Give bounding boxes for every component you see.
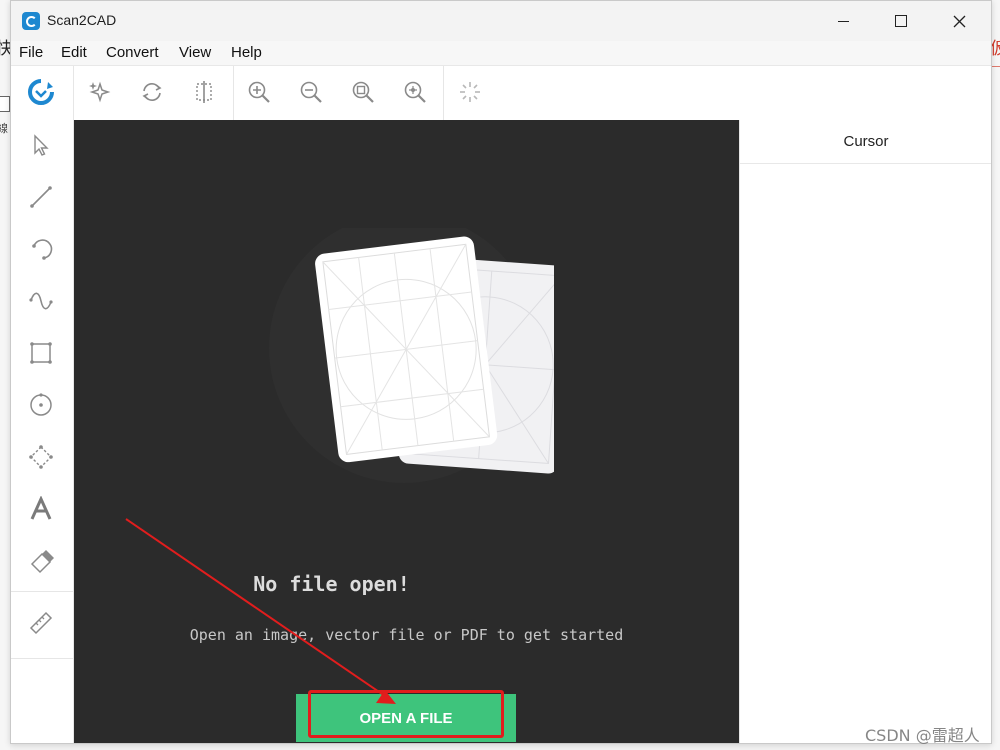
eraser-tool-icon (30, 550, 54, 574)
circle-tool-button[interactable] (23, 387, 59, 423)
scan2cad-button[interactable] (23, 74, 59, 110)
eraser-tool-button[interactable] (23, 543, 59, 579)
zoom-fit-button[interactable] (345, 74, 381, 110)
zoom-custom-button[interactable] (397, 74, 433, 110)
maximize-button[interactable] (872, 1, 930, 41)
empty-state-subtitle: Open an image, vector file or PDF to get… (189, 626, 624, 644)
crop-icon (196, 81, 212, 103)
close-icon (953, 15, 965, 27)
menu-edit[interactable]: Edit (61, 44, 87, 61)
crop-button[interactable] (186, 74, 222, 110)
arc-tool-button[interactable] (23, 231, 59, 267)
curve-tool-icon (29, 292, 53, 310)
minimize-button[interactable] (814, 1, 872, 41)
select-tool-button[interactable] (23, 127, 59, 163)
scan2cad-window: Scan2CAD File Edit Convert View Help No … (10, 0, 992, 744)
ruler-tool-icon (29, 611, 53, 635)
menu-file[interactable]: File (19, 44, 43, 61)
background-text: 線 (0, 122, 8, 135)
zoom-out-button[interactable] (293, 74, 329, 110)
main-toolbar (11, 65, 991, 121)
app-logo-icon (22, 12, 40, 30)
maximize-icon (895, 15, 907, 27)
no-file-illustration (264, 228, 554, 488)
empty-documents-icon (269, 228, 554, 483)
drawing-tools-panel (11, 120, 74, 743)
polygon-tool-button[interactable] (23, 439, 59, 475)
sparkle-icon (89, 81, 111, 103)
line-tool-icon (30, 186, 52, 208)
loading-icon (460, 82, 480, 102)
menu-bar: File Edit Convert View Help (11, 41, 991, 65)
toolbar-divider (443, 66, 444, 120)
rectangle-tool-button[interactable] (23, 335, 59, 371)
tools-divider (11, 591, 73, 592)
zoom-fit-icon (352, 81, 374, 103)
refresh-button[interactable] (134, 74, 170, 110)
text-tool-button[interactable] (23, 491, 59, 527)
scan2cad-logo-icon (28, 79, 54, 105)
ruler-tool-button[interactable] (23, 605, 59, 641)
background-icon (0, 96, 10, 112)
title-bar[interactable]: Scan2CAD (11, 1, 991, 41)
refresh-icon (142, 83, 162, 101)
toolbar-divider (233, 66, 234, 120)
rectangle-tool-icon (30, 342, 52, 364)
cursor-panel: Cursor (739, 120, 991, 743)
menu-convert[interactable]: Convert (106, 44, 159, 61)
minimize-icon (837, 20, 849, 22)
open-file-button[interactable]: OPEN A FILE (296, 694, 516, 742)
circle-tool-icon (30, 393, 52, 416)
curve-tool-button[interactable] (23, 283, 59, 319)
text-tool-icon (30, 496, 52, 520)
enhance-button[interactable] (82, 74, 118, 110)
zoom-in-button[interactable] (241, 74, 277, 110)
polygon-tool-icon (29, 445, 53, 469)
drawing-canvas[interactable]: No file open! Open an image, vector file… (74, 120, 739, 743)
select-arrow-icon (34, 134, 49, 156)
zoom-out-icon (300, 81, 322, 103)
menu-help[interactable]: Help (231, 44, 262, 61)
menu-view[interactable]: View (179, 44, 211, 61)
processing-indicator (452, 74, 488, 110)
empty-state-title: No file open! (253, 572, 410, 596)
watermark: CSDN @雷超人 (865, 726, 980, 745)
background-window-left: 快 線 (0, 0, 13, 750)
zoom-in-icon (248, 81, 270, 103)
cursor-panel-title: Cursor (740, 120, 991, 164)
line-tool-button[interactable] (23, 179, 59, 215)
tools-divider (11, 658, 73, 659)
close-button[interactable] (930, 1, 988, 41)
zoom-custom-icon (404, 81, 426, 103)
arc-tool-icon (32, 239, 53, 260)
toolbar-divider (73, 66, 74, 120)
window-title: Scan2CAD (47, 12, 117, 28)
